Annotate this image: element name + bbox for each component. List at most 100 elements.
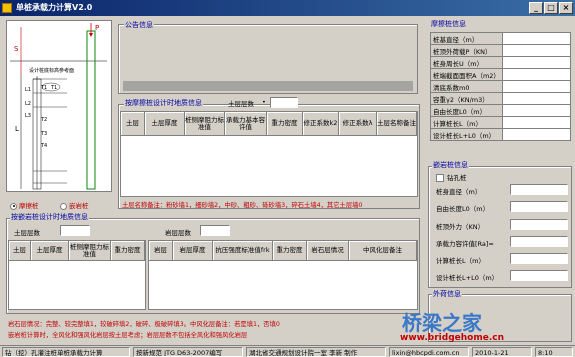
- watermark-site: 桥梁之家: [402, 311, 482, 335]
- friction-radio-circle[interactable]: [10, 202, 17, 210]
- friction-val-design[interactable]: [502, 128, 571, 141]
- diagram-layer-l1: L1: [25, 87, 31, 93]
- friction-soil-note: 土层名称备注：粉砂墙1，细砂墙2，中砂、粗砂、砾砂墙3，碎石土墙4，其它土层墙0: [122, 202, 363, 209]
- friction-val-area[interactable]: [502, 68, 571, 81]
- rock-field-l-label: 计算桩长L（m）: [436, 257, 485, 265]
- friction-row-m0: 清底系数m0: [430, 80, 571, 93]
- friction-soil-table[interactable]: 土层 土层厚度 桩侧摩阻力标准值 承载力基本容许值 重力密度 修正系数k2 修正…: [120, 111, 418, 197]
- friction-layer-arrow: •: [262, 98, 266, 106]
- rock-soil-label: 按嵌岩桩设计时地质信息: [10, 212, 89, 222]
- diagram-note: 设计桩底标高参考面: [29, 67, 74, 74]
- watermark-url: www.bridgehome.cn: [400, 333, 504, 343]
- friction-row-perimeter: 桩身周长U（m）: [430, 56, 571, 69]
- rock-col-thickness: 土层厚度: [31, 241, 69, 261]
- rock-soil-table[interactable]: 土层 土层厚度 桩侧摩阻力标准值 重力密度: [8, 240, 146, 310]
- rock-field-load-input[interactable]: [510, 219, 568, 230]
- status-code: 按新规范 JTG D63-2007编写: [133, 347, 243, 357]
- rock-field-l-input[interactable]: [510, 253, 568, 264]
- diagram-label-p: P: [95, 24, 99, 32]
- status-app: 钻（挖）孔灌注桩单桩承载力计算: [2, 347, 130, 357]
- friction-row-gamma: 容重γ2（KN/m3）: [430, 92, 571, 105]
- rock-field-l0-input[interactable]: [510, 201, 568, 212]
- announcement-label: 公告信息: [124, 20, 154, 30]
- friction-val-m0[interactable]: [502, 80, 571, 93]
- col-density: 重力密度: [267, 112, 303, 136]
- friction-val-diameter[interactable]: [502, 32, 571, 45]
- rock-col-rock-thickness: 岩层厚度: [173, 241, 213, 261]
- friction-val-l[interactable]: [502, 116, 571, 129]
- pile-diagram: P S 设计桩底标高参考面 L L1 L2 L3 T1 T2 T3 T4 T1: [6, 20, 112, 192]
- friction-row-area: 桩端截面面积A（m2）: [430, 68, 571, 81]
- rock-soil-count-label: 土层层数: [14, 229, 40, 237]
- col-lambda: 修正系数λ: [339, 112, 377, 136]
- status-time: 8:10: [535, 347, 573, 357]
- friction-val-load[interactable]: [502, 44, 571, 57]
- rock-col-condition: 岩石层情况: [307, 241, 349, 261]
- friction-soil-table-body[interactable]: [121, 136, 417, 196]
- diagram-label-s: S: [14, 45, 19, 53]
- maximize-button[interactable]: □: [544, 2, 558, 14]
- bored-pile-checkbox[interactable]: 钻孔桩: [436, 172, 467, 182]
- rock-col-frk: 抗压强度标准值frk: [213, 241, 273, 261]
- friction-pile-radio[interactable]: 摩擦桩: [10, 200, 39, 210]
- rock-soil-note-1: 岩石层情况：完整、较完整填1，较破碎填2，破碎、极破碎填3。中风化层备注：若是填…: [8, 321, 280, 328]
- rock-field-design-label: 设计桩长L+L0（m）: [436, 274, 499, 282]
- bored-pile-check[interactable]: [436, 174, 444, 182]
- friction-row-l: 计算桩长L（m）: [430, 116, 571, 129]
- diagram-layer-l3: L3: [25, 113, 31, 119]
- col-thickness: 土层厚度: [145, 112, 185, 136]
- bored-pile-label: 钻孔桩: [447, 174, 467, 182]
- friction-row-l0: 自由长度L0（m）: [430, 104, 571, 117]
- col-remark: 土层名称备注: [377, 112, 417, 136]
- title-bar: 单桩承载力计算V2.0 _ □ ×: [0, 0, 575, 16]
- rock-soil-table-body[interactable]: [9, 261, 145, 309]
- rock-soil-count-input[interactable]: [60, 225, 90, 236]
- friction-layer-count-input[interactable]: [270, 97, 298, 108]
- app-icon: [2, 3, 12, 13]
- rock-field-diameter-label: 桩身直径（m）: [436, 188, 482, 196]
- status-date: 2010-1-21: [472, 347, 532, 357]
- friction-val-perimeter[interactable]: [502, 56, 571, 69]
- friction-pile-label: 摩擦桩: [19, 202, 39, 210]
- col-bearing: 承载力基本容许值: [225, 112, 267, 136]
- rock-col-soil: 土层: [9, 241, 31, 261]
- friction-val-l0[interactable]: [502, 104, 571, 117]
- friction-pile-label-title: 摩擦桩信息: [430, 19, 467, 29]
- rock-radio-circle[interactable]: [60, 202, 67, 210]
- friction-pile-table: 桩基直径（m） 桩顶外荷载P（KN） 桩身周长U（m） 桩端截面面积A（m2） …: [430, 32, 571, 141]
- rock-col-weathered: 中风化层备注: [349, 241, 417, 261]
- rock-pile-radio[interactable]: 嵌岩桩: [60, 200, 89, 210]
- pile-diagram-svg: P S 设计桩底标高参考面 L L1 L2 L3 T1 T2 T3 T4 T1: [10, 23, 107, 190]
- window-title: 单桩承载力计算V2.0: [16, 3, 93, 12]
- rock-field-l0-label: 自由长度L0（m）: [436, 205, 490, 213]
- announcement-panel: [118, 24, 418, 94]
- friction-soil-label: 按摩擦桩设计时地质信息: [124, 98, 203, 108]
- rock-soil-note-2: 嵌岩桩计算时，全风化和强风化岩层按土层考虑；岩层层数不包括全风化和强风化岩层: [8, 332, 248, 339]
- outer-load-label: 外荷信息: [432, 289, 462, 299]
- status-org: 湖北省交通规划设计院一室 李新 制作: [246, 347, 386, 357]
- rock-col-rock: 岩层: [149, 241, 173, 261]
- rock-field-ra-input[interactable]: [510, 236, 568, 247]
- rock-col-rock-density: 重力密度: [273, 241, 307, 261]
- rock-pile-label: 嵌岩桩: [69, 202, 89, 210]
- friction-row-load: 桩顶外荷载P（KN）: [430, 44, 571, 57]
- rock-layer-table-body[interactable]: [149, 261, 417, 309]
- friction-layer-count-label: 土层层数: [228, 100, 254, 108]
- rock-layer-table[interactable]: 岩层 岩层厚度 抗压强度标准值frk 重力密度 岩石层情况 中风化层备注: [148, 240, 418, 310]
- rock-layer-count-label: 岩层层数: [165, 229, 191, 237]
- watermark-logo: 桥梁之家 www.bridgehome.cn: [390, 305, 570, 345]
- minimize-button[interactable]: _: [529, 2, 543, 14]
- rock-field-diameter-input[interactable]: [510, 184, 568, 195]
- rock-layer-count-input[interactable]: [200, 225, 230, 236]
- friction-val-gamma[interactable]: [502, 92, 571, 105]
- diagram-label-l: L: [15, 125, 19, 133]
- status-email: lixin@hbcpdi.com.cn: [389, 347, 469, 357]
- rock-col-density: 重力密度: [111, 241, 145, 261]
- announcement-text-area: [123, 81, 413, 91]
- friction-row-diameter: 桩基直径（m）: [430, 32, 571, 45]
- close-button[interactable]: ×: [559, 2, 573, 14]
- rock-field-load-label: 桩顶外力（KN）: [436, 223, 485, 231]
- rock-field-ra-label: 承载力容许值[Ra]=: [436, 240, 494, 248]
- rock-field-design-input[interactable]: [510, 270, 568, 281]
- friction-row-design: 设计桩长L+L0（m）: [430, 128, 571, 141]
